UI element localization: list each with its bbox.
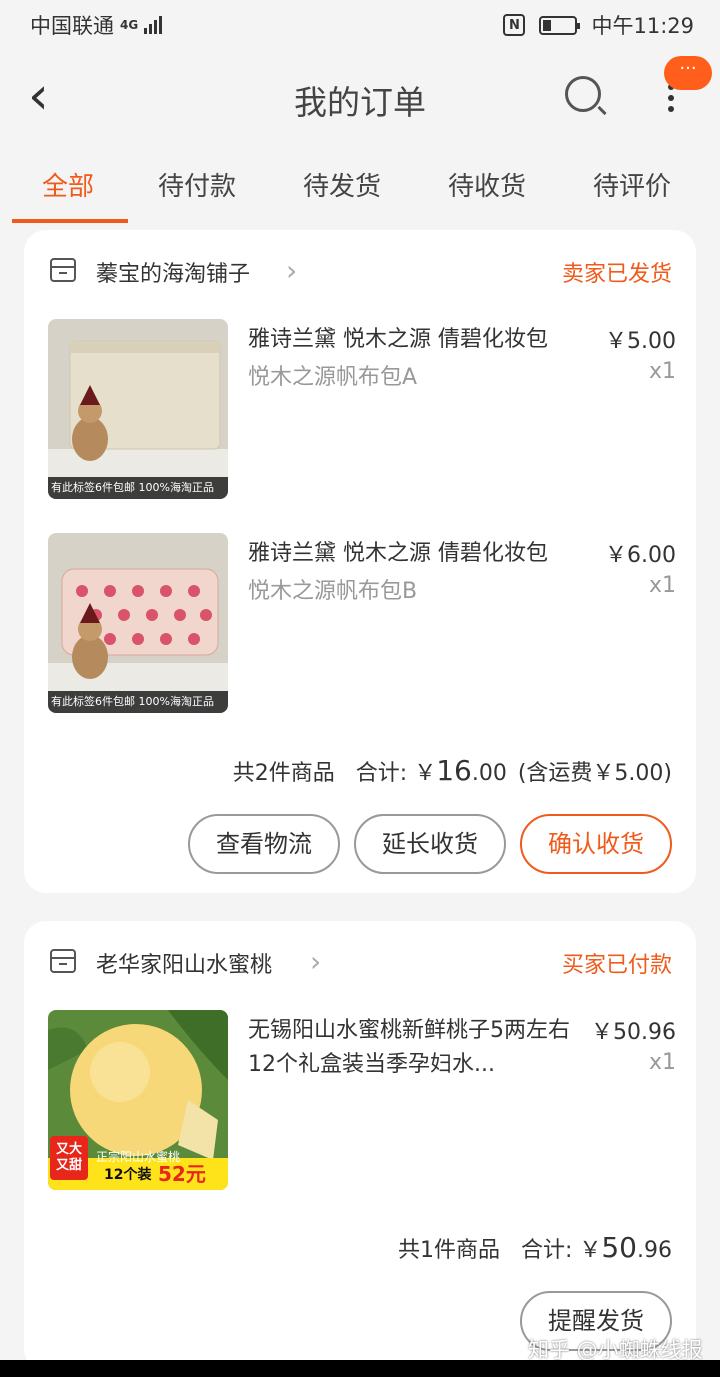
tab-pending-review[interactable]: 待评价: [593, 166, 671, 203]
chevron-right-icon: ›: [286, 254, 298, 287]
shop-icon: [50, 258, 76, 282]
product-price: ￥5.00: [605, 329, 676, 354]
nav-bar: ‹ 我的订单 ···: [0, 50, 720, 146]
thumb-caption: 有此标签6件包邮 100%海淘正品: [48, 477, 228, 499]
shop-name[interactable]: 老华家阳山水蜜桃: [96, 947, 272, 979]
shop-name[interactable]: 蓁宝的海淘铺子: [96, 256, 250, 288]
total-integer: 50: [601, 1231, 637, 1264]
thumb-promo: 12个装: [104, 1167, 152, 1183]
product-thumbnail[interactable]: 又大又甜 正宗阳山水蜜桃 12个装 52元: [48, 1010, 228, 1190]
system-bottom-bar: [0, 1360, 720, 1377]
battery-icon: [539, 15, 581, 35]
total-decimal: .96: [637, 1238, 672, 1263]
product-quantity: x1: [648, 359, 676, 384]
canvas-bag-image: [48, 319, 228, 499]
tab-pending-shipment[interactable]: 待发货: [303, 166, 381, 203]
tab-all[interactable]: 全部: [42, 166, 94, 203]
product-quantity: x1: [648, 573, 676, 598]
nfc-icon: N: [503, 14, 526, 36]
chevron-right-icon: ›: [310, 945, 322, 978]
order-tabs: 全部 待付款 待发货 待收货 待评价: [0, 146, 720, 224]
tab-pending-receipt[interactable]: 待收货: [448, 166, 526, 203]
network-type: 4G: [120, 18, 139, 32]
item-count: 共1件商品: [397, 1238, 500, 1263]
total-label: 合计: ￥: [355, 761, 437, 786]
order-item[interactable]: 有此标签6件包邮 100%海淘正品 雅诗兰黛 悦木之源 倩碧化妆包 悦木之源帆布…: [24, 319, 696, 501]
view-logistics-button[interactable]: 查看物流: [188, 814, 340, 874]
total-decimal: .00: [471, 761, 507, 786]
signal-icon: [144, 16, 163, 34]
extend-receipt-button[interactable]: 延长收货: [354, 814, 506, 874]
product-thumbnail[interactable]: 有此标签6件包邮 100%海淘正品: [48, 533, 228, 713]
order-status: 卖家已发货: [561, 262, 672, 287]
item-count: 共2件商品: [232, 761, 335, 786]
order-card: 蓁宝的海淘铺子 › 卖家已发货 有此标签6件包邮 100%海淘正品 雅诗兰黛 悦…: [24, 230, 696, 893]
product-name[interactable]: 雅诗兰黛 悦木之源 倩碧化妆包: [248, 323, 578, 357]
status-bar: 中国联通 4G N 中午11:29: [0, 0, 720, 50]
thumb-price: 52元: [158, 1162, 206, 1186]
order-summary: 共1件商品 合计: ￥50.96: [398, 1231, 672, 1264]
page-title: 我的订单: [294, 83, 426, 122]
order-card: 老华家阳山水蜜桃 › 买家已付款 又大又甜 正宗阳山水蜜桃 12个装 52元 无…: [24, 921, 696, 1371]
order-item[interactable]: 有此标签6件包邮 100%海淘正品 雅诗兰黛 悦木之源 倩碧化妆包 悦木之源帆布…: [24, 533, 696, 715]
total-label: 合计: ￥: [520, 1238, 602, 1263]
carrier-label: 中国联通: [30, 14, 114, 38]
product-price: ￥6.00: [605, 543, 676, 568]
notification-badge[interactable]: ···: [664, 56, 712, 90]
tab-pending-payment[interactable]: 待付款: [158, 166, 236, 203]
search-icon[interactable]: [565, 76, 601, 112]
product-price: ￥50.96: [591, 1020, 676, 1045]
product-name[interactable]: 无锡阳山水蜜桃新鲜桃子5两左右12个礼盒装当季孕妇水...: [248, 1014, 578, 1082]
order-item[interactable]: 又大又甜 正宗阳山水蜜桃 12个装 52元 无锡阳山水蜜桃新鲜桃子5两左右12个…: [24, 1010, 696, 1192]
thumb-caption: 有此标签6件包邮 100%海淘正品: [48, 691, 228, 713]
total-integer: 16: [436, 754, 472, 787]
product-variant: 悦木之源帆布包A: [248, 365, 418, 390]
shop-header[interactable]: 老华家阳山水蜜桃 › 买家已付款: [24, 921, 696, 1001]
active-tab-indicator: [12, 219, 128, 223]
product-thumbnail[interactable]: 有此标签6件包邮 100%海淘正品: [48, 319, 228, 499]
order-status: 买家已付款: [561, 953, 672, 978]
shop-header[interactable]: 蓁宝的海淘铺子 › 卖家已发货: [24, 230, 696, 310]
pink-bag-image: [48, 533, 228, 713]
confirm-receipt-button[interactable]: 确认收货: [520, 814, 672, 874]
thumb-tag: 又大又甜: [55, 1142, 82, 1173]
product-name[interactable]: 雅诗兰黛 悦木之源 倩碧化妆包: [248, 537, 578, 571]
clock: 中午11:29: [591, 14, 694, 38]
product-variant: 悦木之源帆布包B: [248, 579, 418, 604]
order-summary: 共2件商品 合计: ￥16.00 (含运费￥5.00): [233, 754, 672, 787]
product-quantity: x1: [648, 1050, 676, 1075]
shipping-fee: (含运费￥5.00): [517, 761, 672, 786]
shop-icon: [50, 949, 76, 973]
